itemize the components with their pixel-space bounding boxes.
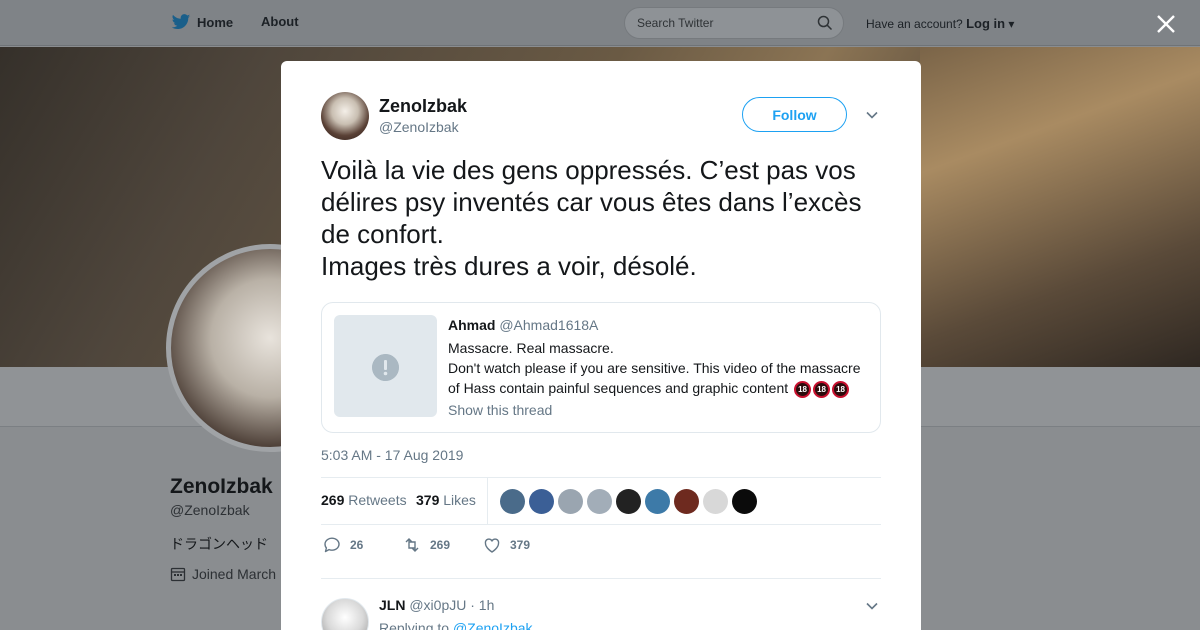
- tweet-text: Voilà la vie des gens oppressés. C’est p…: [321, 155, 862, 281]
- heart-icon: [484, 538, 500, 553]
- no-one-under-eighteen-icon: 18: [794, 380, 812, 398]
- nav-about-label: About: [261, 14, 299, 29]
- top-navigation-bar: Home About Have an account? Log in ▾: [0, 0, 1200, 46]
- login-caret-icon[interactable]: ▾: [1008, 17, 1014, 31]
- tweet-stats: 269 Retweets 379 Likes: [321, 478, 881, 525]
- sensitive-content-icon: [372, 354, 399, 381]
- quoted-author: Ahmad @Ahmad1618A: [448, 317, 598, 333]
- quoted-author-handle: @Ahmad1618A: [499, 317, 599, 333]
- tweet-modal: ZenoIzbak @ZenoIzbak Follow Voilà la vie…: [281, 61, 921, 630]
- replying-to: Replying to @ZenoIzbak: [379, 620, 533, 630]
- reply-action[interactable]: 26: [322, 535, 363, 555]
- reply-header: JLN @xi0pJU · 1h: [379, 597, 494, 613]
- author-name[interactable]: ZenoIzbak: [379, 96, 467, 117]
- divider: [321, 578, 881, 579]
- search-container: [624, 7, 844, 39]
- nav-about[interactable]: About: [261, 14, 299, 29]
- no-one-under-eighteen-icon: 18: [832, 380, 850, 398]
- liker-avatar[interactable]: [645, 489, 670, 514]
- retweet-icon: [405, 538, 419, 552]
- liker-avatar[interactable]: [587, 489, 612, 514]
- reply-avatar[interactable]: [321, 598, 369, 630]
- quoted-text-line1: Massacre. Real massacre.: [448, 340, 614, 356]
- liker-avatar[interactable]: [616, 489, 641, 514]
- like-count: 379: [510, 538, 531, 552]
- likes-label: Likes: [443, 492, 476, 508]
- account-prompt: Have an account? Log in ▾: [866, 16, 1014, 31]
- account-prompt-text: Have an account?: [866, 17, 963, 31]
- nav-home[interactable]: Home: [171, 14, 233, 31]
- divider: [321, 524, 881, 525]
- liker-avatar[interactable]: [732, 489, 757, 514]
- reply-author-name[interactable]: JLN: [379, 597, 405, 613]
- retweets-label: Retweets: [348, 492, 407, 508]
- follow-button[interactable]: Follow: [742, 97, 847, 132]
- liker-avatar[interactable]: [558, 489, 583, 514]
- nav-home-label: Home: [197, 15, 234, 30]
- quoted-text-line2: Don't watch please if you are sensitive.…: [448, 358, 868, 398]
- chevron-down-icon[interactable]: [865, 599, 879, 613]
- profile-bio-text: ドラゴンヘッド: [170, 536, 268, 552]
- retweet-count: 269: [430, 538, 451, 552]
- calendar-icon: [170, 567, 186, 582]
- liker-avatar[interactable]: [674, 489, 699, 514]
- retweet-action[interactable]: 269: [402, 535, 450, 555]
- liker-avatar[interactable]: [703, 489, 728, 514]
- quoted-author-name: Ahmad: [448, 317, 496, 333]
- liker-avatar[interactable]: [500, 489, 525, 514]
- retweets-stat[interactable]: 269 Retweets: [321, 492, 407, 508]
- quoted-tweet[interactable]: Ahmad @Ahmad1618A Massacre. Real massacr…: [321, 302, 881, 433]
- likes-count: 379: [416, 492, 440, 508]
- quoted-text: Massacre. Real massacre. Don't watch ple…: [448, 338, 868, 398]
- profile-name: ZenoIzbak: [170, 475, 273, 498]
- stats-separator: [487, 478, 488, 525]
- search-icon[interactable]: [817, 15, 833, 31]
- profile-bio: ドラゴンヘッド: [170, 534, 268, 554]
- author-avatar[interactable]: [321, 92, 369, 140]
- reply-time[interactable]: · 1h: [470, 597, 494, 613]
- twitter-bird-icon: [171, 14, 191, 29]
- profile-banner-art: [920, 47, 1200, 367]
- likes-stat[interactable]: 379 Likes: [416, 492, 476, 508]
- profile-joined: Joined March: [170, 566, 276, 582]
- no-one-under-eighteen-icon: 18: [813, 380, 831, 398]
- retweets-count: 269: [321, 492, 345, 508]
- liker-avatar[interactable]: [529, 489, 554, 514]
- tweet-timestamp[interactable]: 5:03 AM - 17 Aug 2019: [321, 447, 463, 463]
- profile-joined-text: Joined March: [192, 566, 277, 582]
- like-action[interactable]: 379: [482, 535, 530, 555]
- reply-count: 26: [350, 538, 364, 552]
- author-handle[interactable]: @ZenoIzbak: [379, 119, 459, 135]
- search-input[interactable]: [625, 8, 805, 38]
- close-icon[interactable]: [1154, 12, 1178, 36]
- chevron-down-icon[interactable]: [865, 108, 879, 122]
- quoted-media-placeholder[interactable]: [334, 315, 437, 417]
- replying-to-link[interactable]: @ZenoIzbak: [453, 620, 533, 630]
- profile-handle: @ZenoIzbak: [170, 502, 250, 518]
- show-thread-link[interactable]: Show this thread: [448, 402, 552, 418]
- replying-to-prefix: Replying to: [379, 620, 450, 630]
- reply-author-handle[interactable]: @xi0pJU: [409, 597, 466, 613]
- login-link[interactable]: Log in: [966, 16, 1005, 31]
- reply-icon: [324, 537, 340, 553]
- tweet-actions: 26 269 379: [321, 535, 881, 559]
